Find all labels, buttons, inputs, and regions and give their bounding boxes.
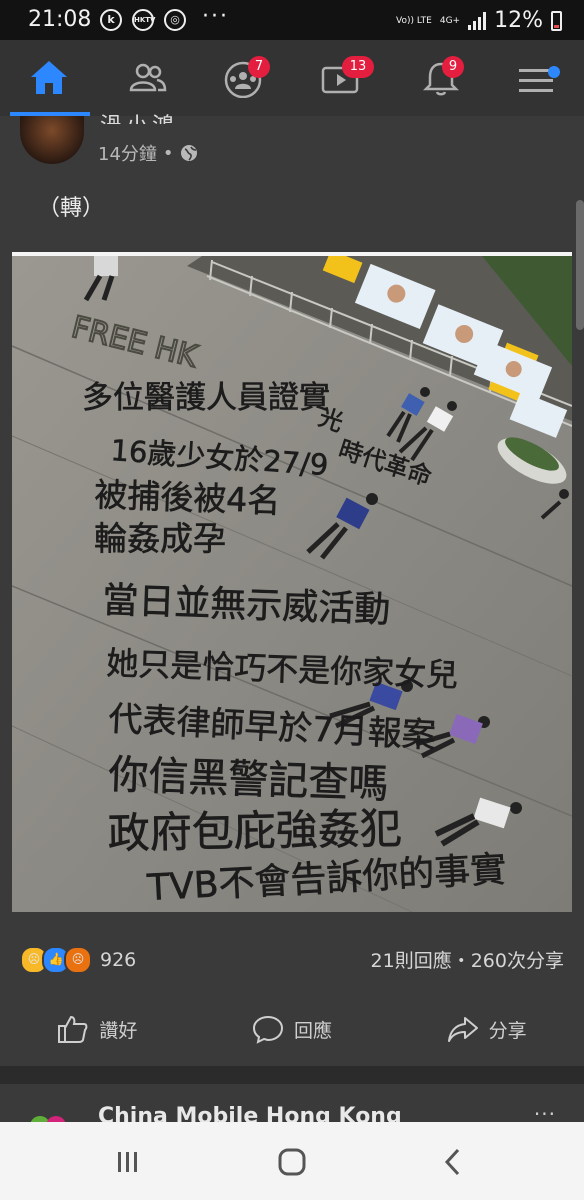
like-icon [58,1015,88,1043]
scrollbar[interactable] [576,200,584,330]
recent-apps-icon [118,1152,137,1172]
system-navigation-bar [0,1122,584,1200]
battery-icon [551,10,562,31]
comment-label: 回應 [294,1019,333,1042]
watch-badge: 13 [342,56,374,78]
nav-friends[interactable] [120,52,172,104]
graffiti-line-8: 你信黑警記查嗎 [108,752,389,808]
comment-button[interactable]: 回應 [195,1000,390,1058]
feed-post: 渦小鴻 14分鐘 • （轉） [0,114,584,1066]
home-button[interactable] [272,1144,312,1180]
more-notifications-icon: ··· [202,4,229,29]
graffiti-line-4: 輪姦成孕 [94,519,226,558]
home-icon [31,61,67,94]
signal-icon [468,11,487,30]
menu-icon [519,69,553,92]
graffiti-line-9: 政府包庇強姦犯 [107,804,402,858]
comments-shares-count[interactable]: 21則回應・260次分享 [371,946,564,973]
reaction-summary[interactable]: ☹ 👍 ☹ 926 [20,946,136,974]
nav-watch[interactable]: 13 [314,52,374,104]
meta-dot: • [162,142,174,164]
share-label: 分享 [488,1019,527,1042]
like-button[interactable]: 讚好 [0,1000,195,1058]
reaction-count: 926 [100,949,137,971]
menu-dot-badge [548,66,560,78]
next-post-author[interactable]: China Mobile Hong Kong [98,1104,402,1124]
graffiti-photo: FREE HK 光 時代革命 多位醫護人員證實 16歲少女於27/9 被捕後被4… [12,256,572,912]
post-time[interactable]: 14分鐘 [98,140,157,166]
like-label: 讚好 [99,1019,138,1042]
angry-reaction-icon: ☹ [64,946,92,974]
recent-apps-button[interactable] [108,1144,148,1180]
author-avatar[interactable] [20,116,84,164]
globe-icon [180,145,197,161]
post-text: （轉） [38,196,105,221]
back-icon [444,1148,460,1176]
more-options-icon[interactable]: ··· [534,1102,556,1124]
friends-icon [129,63,167,92]
post-actions: 讚好 回應 分享 [0,1000,584,1058]
k-app-icon: k [100,9,122,31]
graffiti-line-3: 被捕後被4名 [94,475,281,520]
share-icon [447,1017,478,1042]
post-author[interactable]: 渦小鴻 [100,108,178,124]
back-button[interactable] [434,1144,474,1180]
battery-percent: 12% [494,8,543,33]
clock: 21:08 [28,7,92,32]
comment-icon [252,1015,284,1044]
network-type: Vo)) LTE [396,15,432,26]
nav-groups[interactable]: 7 [216,52,270,104]
next-post-header: China Mobile Hong Kong ··· [0,1084,584,1124]
nav-home[interactable] [22,52,74,104]
network-4g: 4G+ [439,15,461,26]
share-button[interactable]: 分享 [389,1000,584,1058]
nav-menu[interactable] [510,52,562,104]
graffiti-line-1: 多位醫護人員證實 [82,380,330,416]
nav-notifications[interactable]: 9 [414,52,466,104]
chat-icon: ◎ [164,9,186,31]
top-navigation: 7 13 9 [0,40,584,117]
hktv-icon: HKTV [132,9,155,31]
notifications-badge: 9 [442,56,464,78]
post-photo[interactable]: FREE HK 光 時代革命 多位醫護人員證實 16歲少女於27/9 被捕後被4… [12,252,572,912]
post-meta: 14分鐘 • [98,140,198,166]
home-circle-icon [278,1148,306,1176]
status-bar: 21:08 k HKTV ◎ ··· Vo)) LTE 4G+ 12% [0,0,584,40]
groups-badge: 7 [248,56,270,78]
post-separator [0,1066,584,1084]
